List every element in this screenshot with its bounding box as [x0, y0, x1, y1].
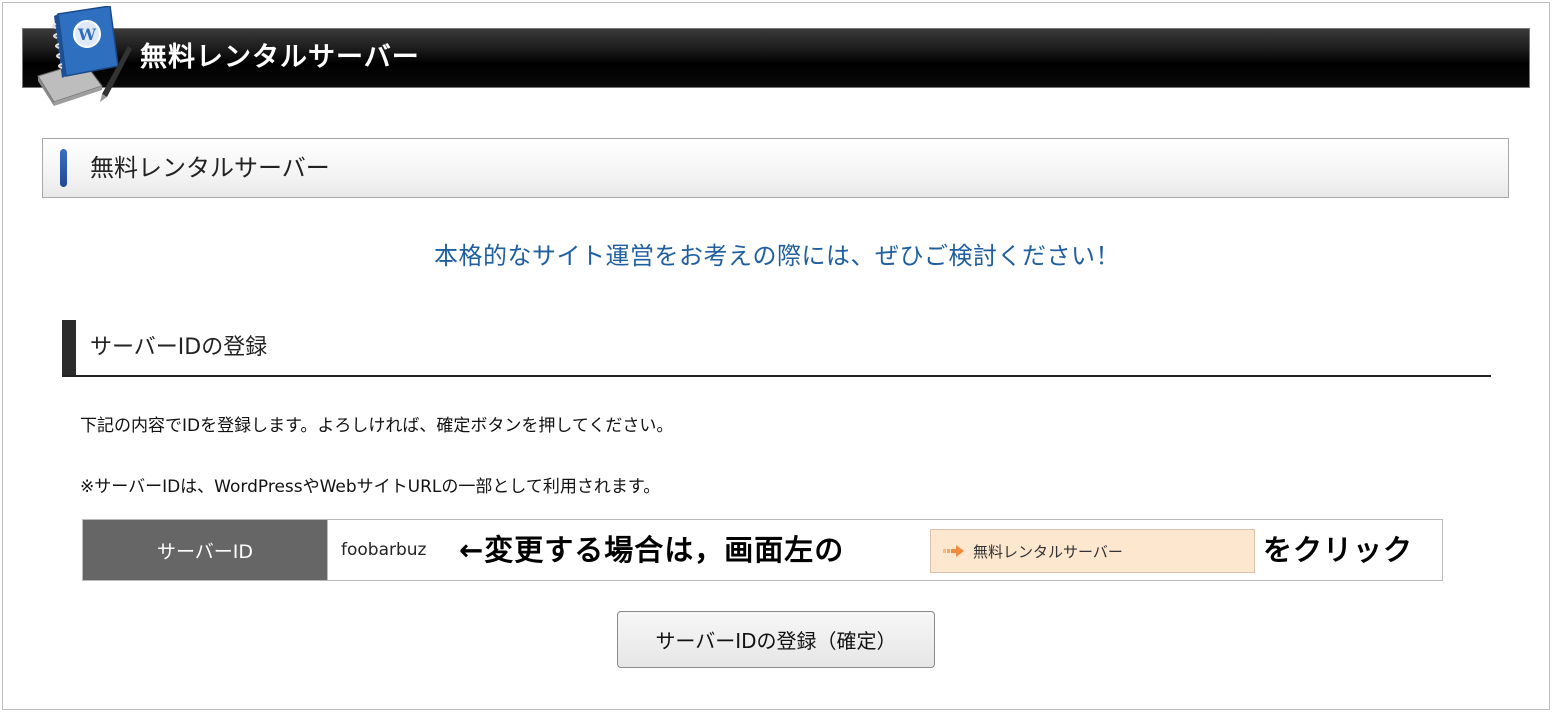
menu-item-free-rental-server: 無料レンタルサーバー — [930, 529, 1255, 573]
svg-text:W: W — [77, 25, 97, 44]
header-title: 無料レンタルサーバー — [140, 42, 420, 73]
wordpress-book-icon: W — [37, 6, 132, 106]
section-accent — [60, 149, 67, 187]
confirm-register-button[interactable]: サーバーIDの登録（確定） — [617, 611, 935, 668]
note-text: ※サーバーIDは、WordPressやWebサイトURLの一部として利用されます… — [80, 477, 661, 497]
register-heading-bar — [62, 320, 76, 375]
register-heading: サーバーIDの登録 — [62, 320, 1491, 377]
change-hint-prefix: ←変更する場合は，画面左の — [459, 533, 845, 567]
change-hint-suffix: をクリック — [1263, 533, 1414, 567]
menu-item-label: 無料レンタルサーバー — [973, 542, 1123, 561]
arrow-right-icon — [943, 544, 965, 558]
server-id-value: foobarbuz — [341, 540, 427, 560]
instruction-text: 下記の内容でIDを登録します。よろしければ、確定ボタンを押してください。 — [80, 416, 674, 436]
section-header: 無料レンタルサーバー — [42, 138, 1509, 198]
headline-text: 本格的なサイト運営をお考えの際には、ぜひご検討ください！ — [434, 242, 1120, 270]
section-title: 無料レンタルサーバー — [90, 154, 330, 182]
register-title: サーバーIDの登録 — [90, 335, 268, 360]
server-id-table: サーバーID foobarbuz ←変更する場合は，画面左の 無料レンタルサーバ… — [82, 519, 1443, 581]
server-id-label: サーバーID — [83, 520, 328, 580]
